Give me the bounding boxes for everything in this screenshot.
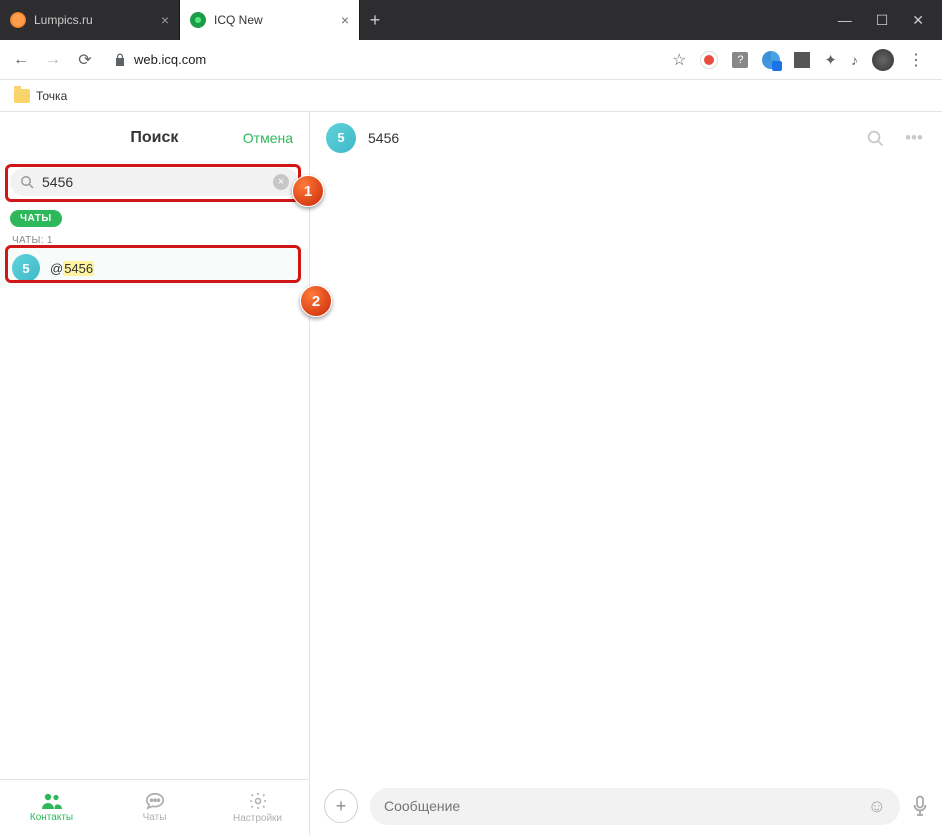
sidebar: Поиск Отмена × ЧАТЫ ЧАТЫ: 1 5 @5456: [0, 112, 310, 835]
bookmark-star-icon[interactable]: ☆: [672, 50, 686, 70]
close-icon[interactable]: ×: [161, 12, 169, 28]
match-highlight: 5456: [63, 261, 94, 276]
reload-button[interactable]: ⟳: [74, 50, 96, 70]
extension-opera-icon[interactable]: [700, 51, 718, 69]
nav-contacts[interactable]: Контакты: [0, 780, 103, 835]
section-label: ЧАТЫ: 1: [0, 233, 309, 248]
bookmark-item[interactable]: Точка: [36, 89, 67, 103]
nav-settings[interactable]: Настройки: [206, 780, 309, 835]
forward-button[interactable]: →: [42, 51, 64, 69]
search-input[interactable]: [42, 174, 265, 190]
message-field-wrap[interactable]: ☺: [370, 788, 900, 825]
search-result-item[interactable]: 5 @5456: [0, 248, 309, 288]
app-container: Поиск Отмена × ЧАТЫ ЧАТЫ: 1 5 @5456: [0, 112, 942, 835]
nav-label: Контакты: [30, 812, 73, 823]
chat-header: 5 5456 •••: [310, 112, 942, 164]
back-button[interactable]: ←: [10, 51, 32, 69]
folder-icon: [14, 89, 30, 103]
contacts-icon: [41, 792, 63, 810]
cancel-button[interactable]: Отмена: [243, 130, 293, 146]
result-username: @5456: [50, 261, 94, 276]
filter-pills: ЧАТЫ: [0, 196, 309, 233]
search-row: ×: [0, 168, 309, 196]
filter-pill-chats[interactable]: ЧАТЫ: [10, 210, 62, 227]
lock-icon: [114, 53, 126, 67]
extension-cube-icon[interactable]: [794, 52, 810, 68]
maximize-button[interactable]: ☐: [876, 12, 889, 29]
chat-icon: [145, 792, 165, 810]
nav-label: Чаты: [143, 812, 167, 823]
gear-icon: [248, 791, 268, 811]
profile-avatar[interactable]: [872, 49, 894, 71]
sidebar-title: Поиск: [66, 129, 243, 147]
clear-search-button[interactable]: ×: [273, 174, 289, 190]
kebab-menu-icon[interactable]: ⋮: [908, 50, 924, 70]
bottom-nav: Контакты Чаты Настройки: [0, 779, 309, 835]
avatar: 5: [12, 254, 40, 282]
search-in-chat-button[interactable]: [866, 129, 890, 147]
extension-help-icon[interactable]: ?: [732, 52, 748, 68]
annotation-marker-2: 2: [300, 285, 332, 317]
emoji-icon[interactable]: ☺: [868, 796, 886, 817]
message-input[interactable]: [384, 798, 868, 814]
more-menu-button[interactable]: •••: [902, 128, 926, 148]
tab-icq[interactable]: ICQ New ×: [180, 0, 360, 40]
url-field[interactable]: web.icq.com ☆ ? ✦ ♪ ⋮: [106, 49, 932, 71]
bookmarks-bar: Точка: [0, 80, 942, 112]
extension-globe-icon[interactable]: [762, 51, 780, 69]
new-tab-button[interactable]: +: [360, 0, 390, 40]
attach-button[interactable]: +: [324, 789, 358, 823]
favicon-icq: [190, 12, 206, 28]
tab-title: ICQ New: [214, 13, 333, 27]
favicon-lumpics: [10, 12, 26, 28]
extensions-icon[interactable]: ✦: [824, 51, 837, 69]
sidebar-header: Поиск Отмена: [0, 112, 309, 164]
tab-lumpics[interactable]: Lumpics.ru ×: [0, 0, 180, 40]
message-composer: + ☺: [310, 777, 942, 835]
chat-title[interactable]: 5456: [368, 130, 854, 146]
chat-avatar[interactable]: 5: [326, 123, 356, 153]
browser-tab-strip: Lumpics.ru × ICQ New × + — ☐ ✕: [0, 0, 942, 40]
search-icon: [20, 175, 34, 189]
minimize-button[interactable]: —: [838, 12, 852, 28]
nav-chats[interactable]: Чаты: [103, 780, 206, 835]
search-results-list: 5 @5456: [0, 248, 309, 779]
window-controls: — ☐ ✕: [820, 0, 942, 40]
url-text: web.icq.com: [134, 52, 206, 67]
tab-title: Lumpics.ru: [34, 13, 153, 27]
close-icon[interactable]: ×: [341, 12, 349, 28]
address-bar: ← → ⟳ web.icq.com ☆ ? ✦ ♪ ⋮: [0, 40, 942, 80]
close-window-button[interactable]: ✕: [912, 12, 924, 29]
search-box[interactable]: ×: [10, 168, 299, 196]
at-symbol: @: [50, 261, 63, 276]
media-control-icon[interactable]: ♪: [851, 52, 858, 68]
nav-label: Настройки: [233, 813, 282, 824]
annotation-marker-1: 1: [292, 175, 324, 207]
chat-pane: 5 5456 ••• + ☺: [310, 112, 942, 835]
chat-messages-area: [310, 164, 942, 777]
microphone-icon[interactable]: [912, 795, 928, 817]
